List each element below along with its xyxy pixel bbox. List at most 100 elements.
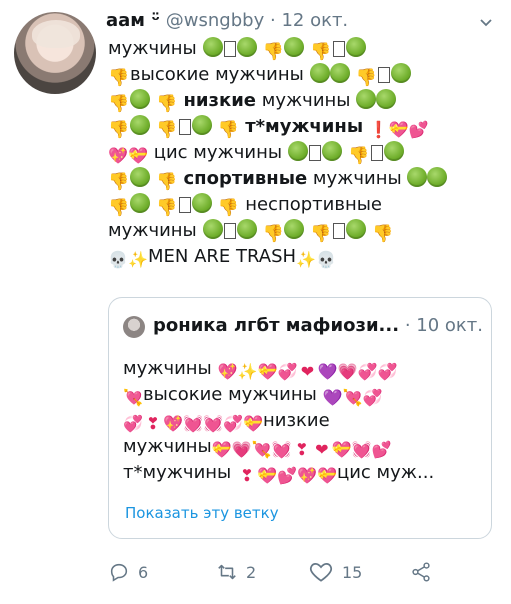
- heart-icon: 💝: [331, 440, 352, 459]
- quoted-tweet-header: роника лгбт мафиози... · 10 окт.: [153, 315, 483, 336]
- heart-icon: 💖: [108, 146, 128, 165]
- reply-count: 6: [138, 562, 149, 582]
- tweet-date[interactable]: 12 окт.: [281, 10, 348, 31]
- thumbs-down-icon: 👎: [108, 172, 130, 192]
- tweet-line: 💖💝 цис мужчины 👎: [108, 140, 500, 166]
- text-segment: мужчины: [123, 436, 212, 457]
- quoted-tweet[interactable]: роника лгбт мафиози... · 10 окт. мужчины…: [108, 297, 492, 539]
- exclamation-icon: ❗: [368, 120, 389, 139]
- heart-icon: ❤: [315, 440, 329, 459]
- reply-button[interactable]: 6: [108, 558, 148, 586]
- text-segment: мужчины: [123, 358, 212, 379]
- retweet-icon: [218, 564, 236, 580]
- tweet-line: 👎 👎 низкие мужчины: [108, 88, 500, 114]
- text-segment: цис мужчины: [153, 142, 283, 163]
- nauseated-face-icon: [202, 37, 223, 57]
- quote-line: 💞 ❣ 💖💓💓💞💝низкие: [123, 408, 483, 434]
- text-segment: низкие: [183, 90, 257, 111]
- text-segment: низкие: [263, 410, 330, 431]
- text-segment: высокие мужчины: [130, 64, 304, 85]
- nauseated-face-icon: [427, 167, 448, 187]
- thumbs-down-icon: 👎: [355, 68, 377, 88]
- tweet-line: мужчины 👎 👎: [108, 36, 500, 62]
- text-segment: мужчины: [108, 38, 197, 59]
- heart-icon: 💓: [183, 414, 203, 433]
- heart-icon: 💖: [297, 466, 317, 485]
- heart-icon: 💗: [231, 440, 252, 459]
- tweet-line: мужчины 👎 👎 👎: [108, 218, 500, 244]
- thumbs-down-icon: 👎: [108, 120, 130, 140]
- retweet-count: 2: [246, 562, 257, 582]
- heart-icon: 💖: [163, 414, 183, 433]
- tweet-line: 👎высокие мужчины 👎: [108, 62, 500, 88]
- nauseated-face-icon: [236, 37, 257, 57]
- heart-icon: 💜: [317, 362, 338, 381]
- sparkles-icon: ✨: [296, 250, 317, 269]
- tweet-line: 👎 👎 спортивные мужчины: [108, 166, 500, 192]
- heart-icon: 💘: [251, 440, 272, 459]
- nauseated-face-icon: [383, 141, 404, 161]
- heart-icon: 💝: [257, 362, 278, 381]
- tweet-actions: 6 2 15: [108, 558, 500, 586]
- share-button[interactable]: [410, 558, 432, 586]
- tweet-header: аам ᵕ̈ @wsngbby · 12 окт.: [106, 10, 497, 36]
- heart-icon: 💕: [408, 120, 429, 139]
- sparkles-icon: ✨: [128, 250, 148, 269]
- text-segment: высокие мужчины: [143, 384, 317, 405]
- author-name[interactable]: аам ᵕ̈: [106, 10, 160, 31]
- quoted-author-avatar: [123, 316, 145, 338]
- missing-glyph-box: [378, 67, 391, 83]
- thumbs-down-icon: 👎: [347, 146, 370, 166]
- heart-icon: 💝: [317, 466, 337, 485]
- nauseated-face-icon: [356, 89, 377, 109]
- thumbs-down-icon: 👎: [156, 94, 178, 114]
- nauseated-face-icon: [284, 37, 305, 57]
- tweet-line: 👎 👎 👎 т*мужчины ❗💝💕: [108, 114, 500, 140]
- nauseated-face-icon: [287, 141, 308, 161]
- heart-icon: ❤: [300, 362, 315, 381]
- quote-line: 💘высокие мужчины 💜💘💞: [123, 382, 483, 408]
- heart-icon: 💘: [342, 388, 363, 407]
- retweet-button[interactable]: 2: [216, 558, 256, 586]
- heart-icon: 💖: [217, 362, 238, 381]
- heart-icon: 💞: [357, 362, 378, 381]
- quote-line: мужчины💝💗💘💓 ❣ ❤ 💝💓💕: [123, 434, 483, 460]
- heart-icon: 💕: [371, 440, 392, 459]
- heart-icon: 💓: [203, 414, 223, 433]
- author-avatar[interactable]: [14, 12, 96, 94]
- thumbs-down-icon: 👎: [108, 68, 130, 88]
- reply-icon: [110, 563, 128, 582]
- missing-glyph-box: [178, 197, 191, 213]
- thumbs-down-icon: 👎: [108, 198, 130, 218]
- nauseated-face-icon: [130, 167, 150, 187]
- nauseated-face-icon: [191, 193, 212, 213]
- text-segment: мужчины: [307, 168, 402, 189]
- heart-icon: 💞: [277, 362, 298, 381]
- exclamation-icon: ❣: [240, 466, 254, 485]
- missing-glyph-box: [178, 119, 191, 135]
- skull-icon: 💀: [316, 250, 337, 269]
- quoted-tweet-date: 10 окт.: [416, 315, 483, 336]
- thumbs-down-icon: 👎: [156, 172, 178, 192]
- sparkles-icon: ✨: [237, 362, 258, 381]
- heart-icon: 💝: [257, 466, 277, 485]
- nauseated-face-icon: [345, 219, 366, 239]
- tweet-line: 👎 👎 👎 неспортивные: [108, 192, 500, 218]
- nauseated-face-icon: [407, 167, 428, 187]
- thumbs-down-icon: 👎: [156, 198, 178, 218]
- nauseated-face-icon: [345, 37, 366, 57]
- missing-glyph-box: [308, 145, 321, 161]
- nauseated-face-icon: [130, 193, 150, 213]
- date-separator: ·: [404, 315, 411, 336]
- thumbs-down-icon: 👎: [217, 198, 240, 218]
- text-segment: мужчины: [108, 220, 197, 241]
- heart-icon: 💜: [322, 388, 343, 407]
- author-handle[interactable]: @wsngbby: [166, 10, 264, 31]
- chevron-down-icon[interactable]: [479, 16, 493, 30]
- heart-outline-icon: [309, 563, 333, 582]
- quoted-author-name: роника лгбт мафиози...: [153, 315, 400, 336]
- heart-icon: 💝: [128, 146, 148, 165]
- show-thread-link[interactable]: Показать эту ветку: [125, 504, 279, 522]
- date-separator: ·: [269, 10, 276, 31]
- like-button[interactable]: 15: [308, 558, 362, 586]
